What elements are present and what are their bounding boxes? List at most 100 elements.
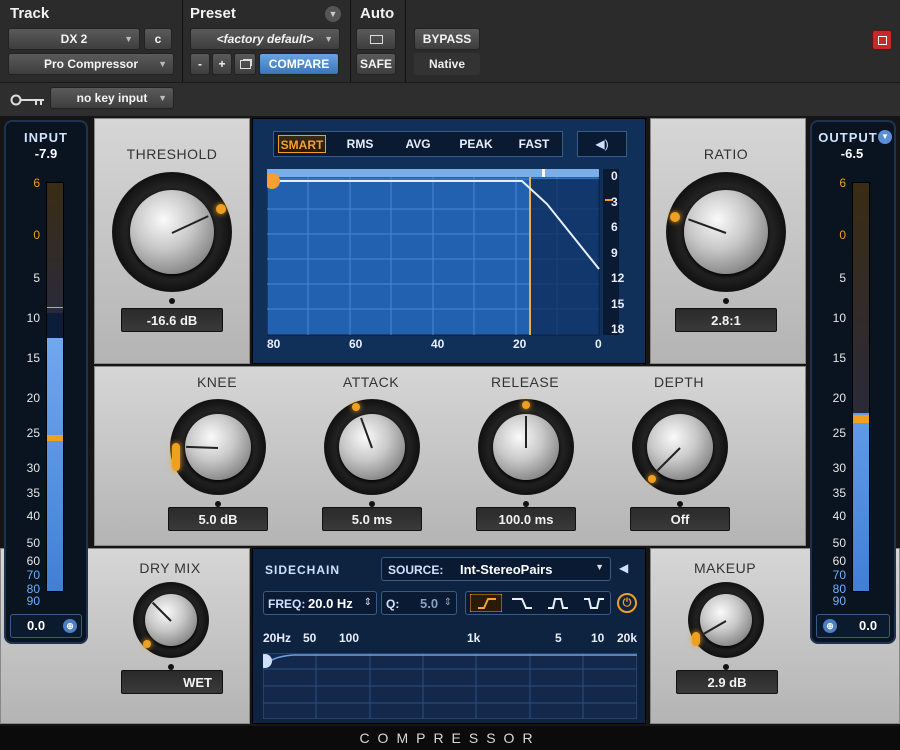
knee-label: KNEE bbox=[196, 374, 238, 390]
output-menu-icon[interactable]: ▼ bbox=[878, 130, 892, 144]
meter-scale-tick: 6 bbox=[33, 176, 40, 190]
safe-button[interactable]: SAFE bbox=[356, 53, 396, 75]
stepper-icon: ⇕ bbox=[443, 597, 452, 608]
ratio-label: RATIO bbox=[703, 146, 749, 162]
q-field[interactable]: Q: 5.0 ⇕ bbox=[381, 591, 457, 615]
plugin-menu-button[interactable] bbox=[872, 30, 892, 50]
mode-avg[interactable]: AVG bbox=[394, 135, 442, 153]
q-value: 5.0 bbox=[420, 596, 439, 611]
preset-next-button[interactable]: + bbox=[212, 53, 232, 75]
release-knob[interactable] bbox=[478, 399, 574, 507]
depth-value[interactable]: Off bbox=[630, 507, 730, 531]
sidechain-freq-tick: 20k bbox=[617, 631, 638, 645]
compressor-panel: INPUT -7.9 6 0 5 10 15 20 25 30 35 40 50 60 70 80 90 0… bbox=[0, 116, 900, 750]
power-icon[interactable]: ⏻ bbox=[617, 593, 637, 613]
meter-scale-tick: 25 bbox=[832, 426, 846, 440]
meter-scale-tick: 70 bbox=[26, 568, 40, 582]
sidechain-panel: SIDECHAIN SOURCE: Int-StereoPairs ▼ ◀ FR… bbox=[252, 548, 646, 724]
input-meter-bar bbox=[46, 182, 64, 592]
preset-menu-icon[interactable]: ▼ bbox=[325, 6, 341, 22]
meter-scale-tick: 0 bbox=[839, 228, 846, 242]
sidechain-freq-tick: 10 bbox=[591, 631, 605, 645]
dry-mix-knob[interactable] bbox=[133, 582, 209, 670]
graph-y-axis: 0 3 6 9 12 15 18 bbox=[607, 169, 637, 339]
threshold-value[interactable]: -16.6 dB bbox=[121, 308, 223, 332]
copy-settings-button[interactable] bbox=[234, 53, 256, 75]
automation-button[interactable] bbox=[356, 28, 396, 50]
meter-scale-tick: 50 bbox=[832, 536, 846, 550]
meter-scale-tick: 15 bbox=[26, 351, 40, 365]
meter-scale-tick: 15 bbox=[832, 351, 846, 365]
plugin-selector[interactable]: Pro Compressor ▼ bbox=[8, 53, 174, 75]
attack-value[interactable]: 5.0 ms bbox=[322, 507, 422, 531]
preset-prev-button[interactable]: - bbox=[190, 53, 210, 75]
meter-scale-tick: 5 bbox=[33, 271, 40, 285]
detector-mode-bar: SMART RMS AVG PEAK FAST bbox=[273, 131, 563, 157]
notch-filter-icon[interactable] bbox=[578, 594, 610, 612]
sidechain-listen-icon[interactable]: ◀ bbox=[619, 561, 628, 575]
makeup-label: MAKEUP bbox=[693, 560, 757, 576]
dry-mix-value[interactable]: WET bbox=[121, 670, 223, 694]
highpass-filter-icon[interactable] bbox=[470, 594, 502, 612]
output-peak-value: -6.5 bbox=[840, 146, 864, 161]
key-input-selector[interactable]: no key input ▼ bbox=[50, 87, 174, 109]
input-peak-value: -7.9 bbox=[34, 146, 58, 161]
window-icon bbox=[878, 36, 887, 45]
input-gain-field[interactable]: 0.0 ⊕ bbox=[10, 614, 82, 638]
graph-x-tick: 80 bbox=[267, 337, 281, 351]
mode-smart[interactable]: SMART bbox=[278, 135, 326, 153]
meter-scale-tick: 90 bbox=[26, 594, 40, 608]
source-value: Int-StereoPairs bbox=[460, 562, 553, 577]
graph-x-tick: 40 bbox=[431, 337, 445, 351]
release-value[interactable]: 100.0 ms bbox=[476, 507, 576, 531]
channel-selector[interactable]: c bbox=[144, 28, 172, 50]
knee-knob[interactable] bbox=[170, 399, 266, 507]
key-icon bbox=[10, 94, 44, 106]
meter-scale-tick: 5 bbox=[839, 271, 846, 285]
sidechain-freq-tick: 20Hz bbox=[263, 631, 292, 645]
depth-label: DEPTH bbox=[654, 374, 704, 390]
threshold-knob[interactable] bbox=[112, 172, 232, 304]
graph-y-tick: 12 bbox=[611, 271, 625, 285]
graph-x-tick: 0 bbox=[595, 337, 602, 351]
chevron-down-icon: ▼ bbox=[158, 59, 167, 69]
preset-selector[interactable]: <factory default> ▼ bbox=[190, 28, 340, 50]
ratio-value[interactable]: 2.8:1 bbox=[675, 308, 777, 332]
meter-scale-tick: 50 bbox=[26, 536, 40, 550]
makeup-knob[interactable] bbox=[688, 582, 764, 670]
preset-name: <factory default> bbox=[216, 32, 314, 46]
meter-scale-tick: 10 bbox=[26, 311, 40, 325]
source-label: SOURCE: bbox=[388, 563, 444, 577]
meter-scale-tick: 35 bbox=[832, 486, 846, 500]
graph-y-tick: 3 bbox=[611, 194, 618, 209]
mode-fast[interactable]: FAST bbox=[510, 135, 558, 153]
meter-scale-tick: 60 bbox=[26, 554, 40, 568]
track-selector[interactable]: DX 2 ▼ bbox=[8, 28, 140, 50]
bandpass-filter-icon[interactable] bbox=[542, 594, 574, 612]
lowpass-filter-icon[interactable] bbox=[506, 594, 538, 612]
meter-scale-tick: 0 bbox=[33, 228, 40, 242]
freq-field[interactable]: FREQ: 20.0 Hz ⇕ bbox=[263, 591, 377, 615]
input-meter: INPUT -7.9 6 0 5 10 15 20 25 30 35 40 50 60 70 80 90 0… bbox=[4, 120, 88, 644]
makeup-value[interactable]: 2.9 dB bbox=[676, 670, 778, 694]
bypass-button[interactable]: BYPASS bbox=[414, 28, 480, 50]
compare-button[interactable]: COMPARE bbox=[259, 53, 339, 75]
meter-scale-tick: 40 bbox=[832, 509, 846, 523]
meter-scale-tick: 6 bbox=[839, 176, 846, 190]
ratio-knob[interactable] bbox=[666, 172, 786, 304]
mode-peak[interactable]: PEAK bbox=[452, 135, 500, 153]
meter-scale-tick: 20 bbox=[832, 391, 846, 405]
depth-knob[interactable] bbox=[632, 399, 728, 507]
speaker-icon[interactable]: ◀) bbox=[577, 131, 627, 157]
meter-scale-tick: 30 bbox=[832, 461, 846, 475]
automation-icon bbox=[369, 34, 383, 44]
source-selector[interactable]: SOURCE: Int-StereoPairs ▼ bbox=[381, 557, 611, 581]
attack-knob[interactable] bbox=[324, 399, 420, 507]
knee-value[interactable]: 5.0 dB bbox=[168, 507, 268, 531]
output-meter-scale: 6 0 5 10 15 20 25 30 35 40 50 60 70 80 90 bbox=[812, 174, 848, 608]
input-meter-fill bbox=[47, 338, 63, 591]
output-meter-bar bbox=[852, 182, 870, 592]
output-gain-field[interactable]: ⊕ 0.0 bbox=[816, 614, 890, 638]
mode-rms[interactable]: RMS bbox=[336, 135, 384, 153]
graph-x-tick: 20 bbox=[513, 337, 527, 351]
